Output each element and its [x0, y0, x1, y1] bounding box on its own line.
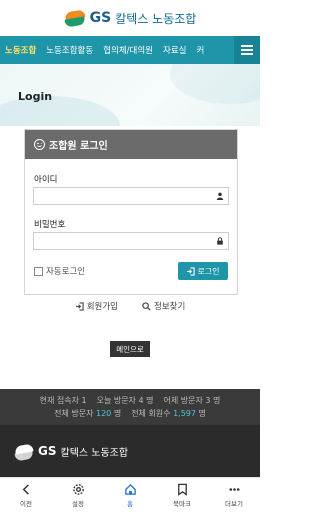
- tab-more-label: 더보기: [225, 499, 243, 508]
- footer-logo: GS 칼텍스 노동조합: [14, 441, 129, 462]
- tab-bookmark-label: 북마크: [173, 499, 191, 508]
- stat-today: 오늘 방문자 4 명: [96, 396, 154, 405]
- join-link-label: 회원가입: [86, 302, 118, 312]
- tab-home-label: 홈: [127, 499, 133, 508]
- tab-back[interactable]: 이전: [0, 478, 52, 512]
- gs-logo-icon: [64, 7, 86, 29]
- find-info-link[interactable]: 정보찾기: [142, 300, 185, 312]
- tab-settings-label: 설정: [72, 499, 84, 508]
- brand-gs-text: GS: [89, 10, 112, 26]
- auto-login-checkbox[interactable]: 자동로그인: [34, 265, 85, 277]
- nav-item-archive[interactable]: 자료실: [158, 36, 191, 64]
- bookmark-icon: [177, 483, 187, 496]
- more-icon: [228, 487, 240, 491]
- search-icon: [142, 301, 151, 311]
- id-label: 아이디: [34, 175, 58, 185]
- user-icon: [216, 192, 224, 200]
- app-header: GS 칼텍스 노동조합: [0, 0, 260, 36]
- nav-item-community[interactable]: 커: [191, 36, 209, 64]
- main-nav: 노동조합 노동조합활동 협의체/대의원 자료실 커: [0, 36, 260, 64]
- tab-more[interactable]: 더보기: [208, 478, 260, 512]
- login-panel: 조합원 로그인 아이디 비밀번호 자동로그인 로그인: [24, 129, 238, 295]
- tab-settings[interactable]: 설정: [52, 478, 104, 512]
- gear-icon: [72, 483, 84, 495]
- tab-back-label: 이전: [20, 499, 32, 508]
- page-title: Login: [18, 90, 53, 103]
- password-field-wrapper: [33, 232, 229, 250]
- brand-name-text: 칼텍스 노동조합: [115, 11, 197, 26]
- sign-in-icon: [187, 266, 196, 276]
- login-button-label: 로그인: [197, 266, 220, 276]
- tab-home[interactable]: 홈: [104, 478, 156, 512]
- account-links: 회원가입 정보찾기: [0, 300, 260, 312]
- nav-item-union[interactable]: 노동조합: [0, 36, 41, 64]
- password-label: 비밀번호: [34, 220, 66, 230]
- login-panel-title: 조합원 로그인: [49, 141, 108, 152]
- checkbox-box[interactable]: [34, 266, 43, 276]
- sign-in-icon: [75, 301, 84, 311]
- tab-bookmark[interactable]: 북마크: [156, 478, 208, 512]
- login-button[interactable]: 로그인: [178, 262, 228, 280]
- lock-icon: [217, 237, 223, 245]
- site-footer: GS 칼텍스 노동조합: [0, 425, 260, 477]
- join-link[interactable]: 회원가입: [75, 300, 118, 312]
- stat-total: 전체 방문자 120 명: [54, 409, 122, 418]
- login-panel-header: 조합원 로그인: [25, 130, 237, 159]
- nav-item-council[interactable]: 협의체/대의원: [98, 36, 158, 64]
- smile-icon: [34, 139, 45, 150]
- nav-item-union-activity[interactable]: 노동조합활동: [41, 36, 98, 64]
- password-input[interactable]: [34, 233, 216, 249]
- stat-members: 전체 회원수 1,597 명: [131, 409, 206, 418]
- page-banner: Login: [0, 64, 260, 126]
- footer-brand-name: 칼텍스 노동조합: [60, 447, 129, 459]
- home-icon: [124, 483, 136, 495]
- id-field-wrapper: [33, 187, 229, 205]
- footer-brand-gs: GS: [38, 444, 57, 458]
- brand-logo[interactable]: GS 칼텍스 노동조합: [64, 7, 197, 29]
- visitor-stats: 현재 접속자 1 오늘 방문자 4 명 어제 방문자 3 명 전체 방문자 12…: [0, 389, 260, 425]
- stat-now: 현재 접속자 1: [39, 396, 87, 405]
- go-main-button[interactable]: 메인으로: [110, 341, 150, 357]
- id-input[interactable]: [34, 188, 216, 204]
- hamburger-menu-icon[interactable]: [234, 36, 260, 64]
- find-info-link-label: 정보찾기: [154, 302, 186, 312]
- stat-yesterday: 어제 방문자 3 명: [163, 396, 221, 405]
- auto-login-label: 자동로그인: [46, 267, 86, 277]
- bottom-tab-bar: 이전 설정 홈 북마크 더보기: [0, 477, 260, 512]
- back-icon: [22, 483, 29, 495]
- gs-logo-icon: [14, 441, 34, 462]
